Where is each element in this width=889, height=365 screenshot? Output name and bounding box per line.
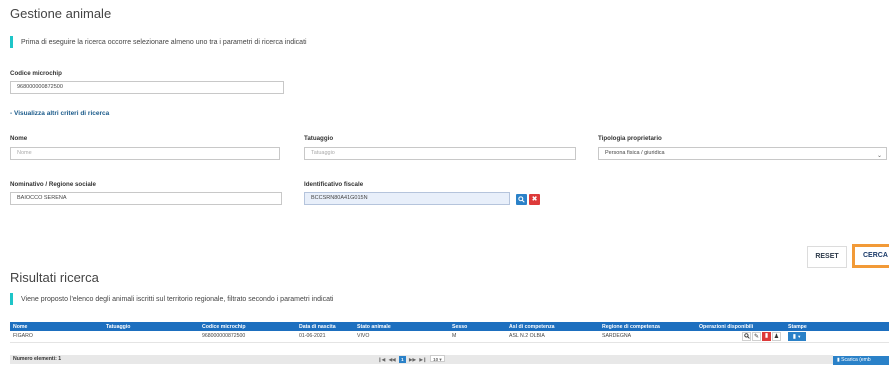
download-label: Scarica (emb xyxy=(841,357,871,363)
col-header: Tatuaggio xyxy=(103,322,199,331)
tipologia-value: Persona fisica / giuridica xyxy=(605,150,665,156)
info-message: Prima di eseguire la ricerca occorre sel… xyxy=(21,39,307,46)
results-table: Nome Tatuaggio Codice microchip Data di … xyxy=(10,322,889,343)
col-header: Nome xyxy=(10,322,103,331)
tipologia-label: Tipologia proprietario xyxy=(598,135,662,142)
close-icon: ✖ xyxy=(531,196,538,203)
pencil-icon: ✎ xyxy=(753,333,760,340)
table-header-row: Nome Tatuaggio Codice microchip Data di … xyxy=(10,322,889,331)
tatuaggio-label: Tatuaggio xyxy=(304,135,334,142)
cell-microchip: 968000000872500 xyxy=(199,331,296,343)
pagination: ❙◀ ◀◀ 1 ▶▶ ▶❙ 10 ▾ xyxy=(377,355,446,365)
tipologia-select[interactable]: Persona fisica / giuridica ⌄ xyxy=(598,147,887,160)
col-header: Asl di competenza xyxy=(506,322,599,331)
search-button[interactable] xyxy=(516,194,527,205)
cell-tatuaggio xyxy=(103,331,199,343)
col-header: Stampe xyxy=(785,322,889,331)
search-icon xyxy=(518,196,525,203)
print-dropdown-button[interactable]: ▮ ▼ xyxy=(788,331,806,341)
download-button[interactable]: ▮ Scarica (emb xyxy=(833,356,889,365)
row-count: Numero elementi: 1 xyxy=(13,356,62,362)
owner-button[interactable]: ♟ xyxy=(772,331,781,341)
table-footer: Numero elementi: 1 ❙◀ ◀◀ 1 ▶▶ ▶❙ 10 ▾ xyxy=(10,355,833,364)
results-info-message: Viene proposto l'elenco degli animali is… xyxy=(21,296,334,303)
clear-button[interactable]: ✖ xyxy=(529,194,540,205)
cell-nome: FIGARO xyxy=(10,331,103,343)
next-page-icon[interactable]: ▶▶ xyxy=(409,356,416,363)
cell-asl: ASL N.2 OLBIA xyxy=(506,331,599,343)
last-page-icon[interactable]: ▶❙ xyxy=(419,356,426,363)
page-size-value: 10 xyxy=(433,357,439,362)
user-icon: ♟ xyxy=(773,333,780,340)
nominativo-input[interactable]: BAIOCCO SERENA xyxy=(10,192,282,205)
view-button[interactable] xyxy=(742,331,751,341)
tatuaggio-input[interactable]: Tatuaggio xyxy=(304,147,576,160)
cell-nascita: 01-06-2021 xyxy=(296,331,354,343)
col-header: Regione di competenza xyxy=(599,322,696,331)
edit-button[interactable]: ✎ xyxy=(752,331,761,341)
results-title: Risultati ricerca xyxy=(10,270,99,285)
results-info-accent-bar xyxy=(10,293,13,305)
chevron-down-icon: ⌄ xyxy=(876,153,882,159)
page-size-select[interactable]: 10 ▾ xyxy=(430,355,445,362)
cerca-button[interactable]: CERCA xyxy=(852,244,889,268)
search-icon xyxy=(743,333,750,339)
first-page-icon[interactable]: ❙◀ xyxy=(378,356,385,363)
microchip-input[interactable]: 968000000872500 xyxy=(10,81,284,94)
delete-button[interactable]: ▮ xyxy=(762,331,771,341)
current-page[interactable]: 1 xyxy=(399,356,406,363)
more-criteria-link[interactable]: - Visualizza altri criteri di ricerca xyxy=(10,110,109,117)
nome-label: Nome xyxy=(10,135,28,142)
page-title: Gestione animale xyxy=(10,6,112,21)
table-row[interactable]: FIGARO 968000000872500 01-06-2021 VIVO M… xyxy=(10,331,889,343)
reset-button[interactable]: RESET xyxy=(807,246,847,268)
col-header: Data di nascita xyxy=(296,322,354,331)
nominativo-label: Nominativo / Regione sociale xyxy=(10,181,96,188)
cell-print: ▮ ▼ xyxy=(785,331,889,343)
col-header: Stato animale xyxy=(354,322,449,331)
download-icon: ▮ xyxy=(837,357,840,363)
col-header: Sesso xyxy=(449,322,506,331)
prev-page-icon[interactable]: ◀◀ xyxy=(389,356,396,363)
cell-stato: VIVO xyxy=(354,331,449,343)
info-accent-bar xyxy=(10,36,13,48)
nome-input[interactable]: Nome xyxy=(10,147,280,160)
cell-regione: SARDEGNA xyxy=(599,331,696,343)
caret-down-icon: ▼ xyxy=(796,333,802,339)
trash-icon: ▮ xyxy=(764,332,769,339)
identificativo-input[interactable]: BCCSRN80A41G015N xyxy=(304,192,510,205)
cell-operations: ✎ ▮ ♟ xyxy=(696,331,785,343)
cell-sesso: M xyxy=(449,331,506,343)
col-header: Operazioni disponibili xyxy=(696,322,785,331)
col-header: Codice microchip xyxy=(199,322,296,331)
identificativo-label: Identificativo fiscale xyxy=(304,181,364,188)
microchip-label: Codice microchip xyxy=(10,70,62,77)
